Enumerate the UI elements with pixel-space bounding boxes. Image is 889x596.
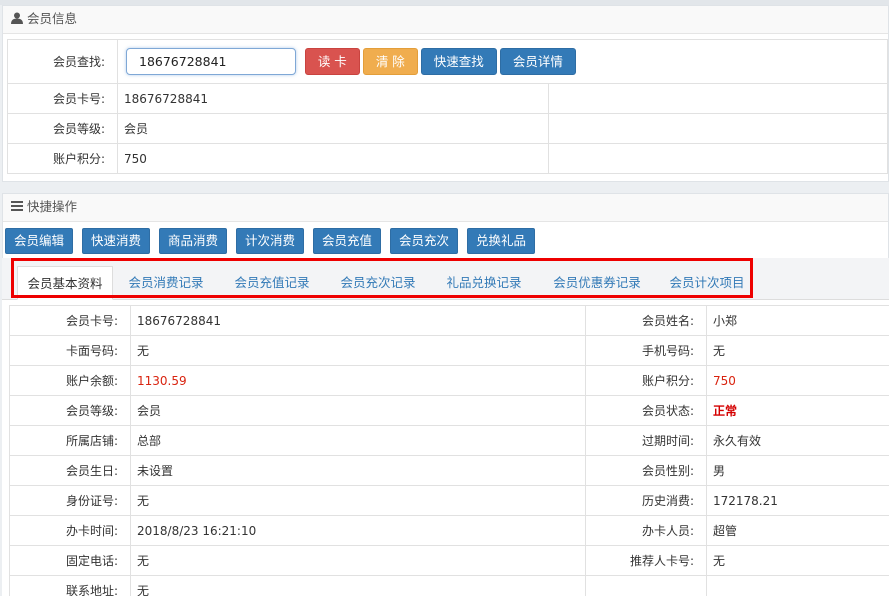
detail-value: 18676728841 (130, 305, 586, 336)
edit-member-button[interactable]: 会员编辑 (5, 228, 74, 254)
tab-recharge-records[interactable]: 会员充值记录 (222, 266, 322, 300)
detail-label: 会员卡号: (9, 305, 131, 336)
table-row: 账户积分: 750 (7, 143, 889, 174)
detail-label: 会员性别: (585, 455, 707, 486)
table-row: 身份证号: 无历史消费: 172178.21 (9, 485, 889, 516)
detail-label: 固定电话: (9, 545, 131, 576)
member-level-value: 会员 (117, 113, 549, 144)
detail-label: 账户余额: (9, 365, 131, 396)
tab-coupon-records[interactable]: 会员优惠券记录 (541, 266, 653, 300)
member-search-label: 会员查找: (7, 39, 118, 84)
table-row: 卡面号码: 无手机号码: 无 (9, 335, 889, 366)
points-value: 750 (117, 143, 549, 174)
detail-label: 过期时间: (585, 425, 707, 456)
detail-label: 身份证号: (9, 485, 131, 516)
detail-value: 男 (706, 455, 889, 486)
member-info-panel: 会员信息 会员查找: 读 卡清 除快速查找会员详情 会员卡号: 18676728… (2, 5, 889, 182)
detail-value: 2018/8/23 16:21:10 (130, 515, 586, 546)
empty-cell (547, 83, 889, 114)
detail-value: 超管 (706, 515, 889, 546)
table-row: 固定电话: 无推荐人卡号: 无 (9, 545, 889, 576)
table-row: 会员生日: 未设置 会员性别: 男 (9, 455, 889, 486)
table-row: 会员等级: 会员 (7, 113, 889, 144)
detail-label (585, 575, 707, 596)
clear-button[interactable]: 清 除 (362, 48, 418, 75)
table-row: 所属店铺: 总部 过期时间: 永久有效 (9, 425, 889, 456)
card-number-value: 18676728841 (117, 83, 549, 114)
tab-consume-records[interactable]: 会员消费记录 (117, 266, 215, 300)
member-count-recharge-button[interactable]: 会员充次 (390, 228, 459, 254)
table-row: 会员卡号: 18676728841 (7, 83, 889, 114)
detail-value: 会员 (130, 395, 586, 426)
detail-value: 无 (130, 575, 586, 596)
table-row: 办卡时间: 2018/8/23 16:21:10 办卡人员: 超管 (9, 515, 889, 546)
list-icon (11, 201, 23, 211)
detail-value: 无 (130, 335, 586, 366)
detail-label: 会员姓名: (585, 305, 707, 336)
detail-label: 办卡人员: (585, 515, 707, 546)
member-info-table: 会员查找: 读 卡清 除快速查找会员详情 会员卡号: 18676728841 会… (7, 39, 889, 174)
empty-cell (547, 113, 889, 144)
member-detail-panel: 会员卡号: 18676728841 会员姓名: 小郑 卡面号码: 无手机号码: 无账户余额:… (2, 300, 889, 596)
detail-label: 所属店铺: (9, 425, 131, 456)
product-consume-button[interactable]: 商品消费 (159, 228, 228, 254)
member-level-label: 会员等级: (7, 113, 118, 144)
detail-value: 无 (706, 545, 889, 576)
tab-count-recharge-records[interactable]: 会员充次记录 (328, 266, 428, 300)
detail-label: 推荐人卡号: (585, 545, 707, 576)
detail-value: 总部 (130, 425, 586, 456)
detail-label: 卡面号码: (9, 335, 131, 366)
redeem-gift-button[interactable]: 兑换礼品 (467, 228, 536, 254)
member-info-title: 会员信息 (27, 11, 78, 26)
detail-value: 750 (706, 365, 889, 396)
card-number-label: 会员卡号: (7, 83, 118, 114)
tab-basic-info[interactable]: 会员基本资料 (17, 266, 113, 300)
member-search-cell: 读 卡清 除快速查找会员详情 (116, 39, 889, 84)
detail-value: 永久有效 (706, 425, 889, 456)
detail-label: 账户积分: (585, 365, 707, 396)
table-row: 账户余额: 1130.59 账户积分: 750 (9, 365, 889, 396)
detail-label: 会员生日: (9, 455, 131, 486)
member-details-button[interactable]: 会员详情 (499, 48, 576, 75)
member-info-header: 会员信息 (3, 6, 888, 34)
detail-label: 联系地址: (9, 575, 131, 596)
detail-label: 会员状态: (585, 395, 707, 426)
detail-label: 手机号码: (585, 335, 707, 366)
user-icon (11, 12, 23, 24)
detail-value: 172178.21 (706, 485, 889, 516)
member-search-input[interactable] (126, 48, 296, 75)
detail-label: 会员等级: (9, 395, 131, 426)
member-recharge-button[interactable]: 会员充值 (313, 228, 382, 254)
empty-cell (547, 143, 889, 174)
tab-bar: 会员基本资料 会员消费记录 会员充值记录 会员充次记录 礼品兑换记录 会员优惠券… (2, 258, 889, 300)
detail-value: 正常 (706, 395, 889, 426)
tab-gift-redeem-records[interactable]: 礼品兑换记录 (434, 266, 534, 300)
table-row: 联系地址: 无 (9, 575, 889, 596)
points-label: 账户积分: (7, 143, 118, 174)
quick-search-button[interactable]: 快速查找 (420, 48, 497, 75)
detail-value: 未设置 (130, 455, 586, 486)
detail-value: 无 (130, 485, 586, 516)
tab-count-items[interactable]: 会员计次项目 (662, 266, 752, 300)
detail-label: 办卡时间: (9, 515, 131, 546)
detail-value: 1130.59 (130, 365, 586, 396)
quick-ops-title: 快捷操作 (27, 199, 78, 214)
detail-value: 小郑 (706, 305, 889, 336)
table-row: 会员卡号: 18676728841 会员姓名: 小郑 (9, 305, 889, 336)
detail-value: 无 (706, 335, 889, 366)
table-row: 会员等级: 会员 会员状态: 正常 (9, 395, 889, 426)
quick-consume-button[interactable]: 快速消费 (82, 228, 151, 254)
member-detail-table: 会员卡号: 18676728841 会员姓名: 小郑 卡面号码: 无手机号码: 无账户余额:… (9, 305, 889, 596)
detail-value (706, 575, 889, 596)
read-card-button[interactable]: 读 卡 (304, 48, 360, 75)
member-search-row: 会员查找: 读 卡清 除快速查找会员详情 (7, 39, 889, 84)
quick-ops-header: 快捷操作 (3, 194, 888, 222)
detail-label: 历史消费: (585, 485, 707, 516)
detail-value: 无 (130, 545, 586, 576)
count-consume-button[interactable]: 计次消费 (236, 228, 305, 254)
